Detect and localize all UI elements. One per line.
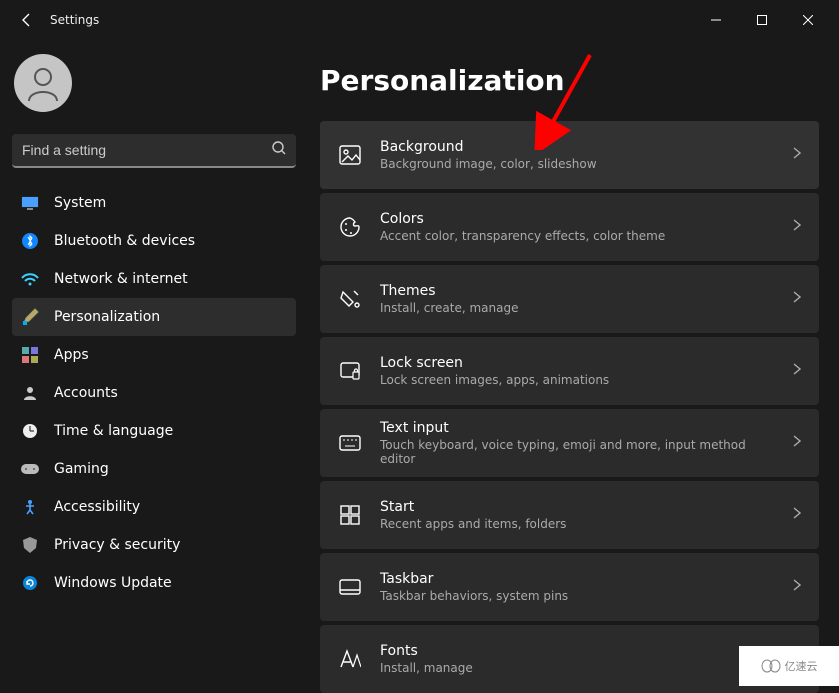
card-title: Colors <box>380 211 775 227</box>
chevron-right-icon <box>793 579 801 595</box>
window-controls <box>693 4 831 36</box>
card-subtitle: Touch keyboard, voice typing, emoji and … <box>380 438 775 466</box>
sidebar-item-label: Personalization <box>54 309 160 325</box>
update-icon <box>20 573 40 593</box>
card-title: Text input <box>380 420 775 436</box>
search-field[interactable] <box>22 142 272 158</box>
image-icon <box>338 143 362 167</box>
card-colors[interactable]: Colors Accent color, transparency effects… <box>320 193 819 261</box>
sidebar-item-label: Gaming <box>54 461 109 477</box>
fonts-icon <box>338 647 362 671</box>
sidebar-item-bluetooth[interactable]: Bluetooth & devices <box>12 222 296 260</box>
sidebar-item-label: System <box>54 195 106 211</box>
titlebar: Settings <box>0 0 839 40</box>
card-subtitle: Accent color, transparency effects, colo… <box>380 229 775 243</box>
watermark: 亿速云 <box>739 646 839 686</box>
main-content: Personalization Background Background ima… <box>308 40 839 686</box>
card-title: Lock screen <box>380 355 775 371</box>
maximize-button[interactable] <box>739 4 785 36</box>
sidebar-item-personalization[interactable]: Personalization <box>12 298 296 336</box>
sidebar-item-label: Bluetooth & devices <box>54 233 195 249</box>
card-title: Background <box>380 139 775 155</box>
sidebar-item-label: Time & language <box>54 423 173 439</box>
card-background[interactable]: Background Background image, color, slide… <box>320 121 819 189</box>
chevron-right-icon <box>793 507 801 523</box>
card-text-input[interactable]: Text input Touch keyboard, voice typing, … <box>320 409 819 477</box>
taskbar-icon <box>338 575 362 599</box>
card-subtitle: Recent apps and items, folders <box>380 517 775 531</box>
lock-screen-icon <box>338 359 362 383</box>
start-icon <box>338 503 362 527</box>
settings-cards: Background Background image, color, slide… <box>320 121 819 693</box>
chevron-right-icon <box>793 147 801 163</box>
gaming-icon <box>20 459 40 479</box>
card-title: Start <box>380 499 775 515</box>
sidebar-item-network[interactable]: Network & internet <box>12 260 296 298</box>
sidebar-item-label: Windows Update <box>54 575 172 591</box>
accounts-icon <box>20 383 40 403</box>
watermark-text: 亿速云 <box>785 658 818 674</box>
clock-icon <box>20 421 40 441</box>
wifi-icon <box>20 269 40 289</box>
sidebar-item-accounts[interactable]: Accounts <box>12 374 296 412</box>
card-subtitle: Lock screen images, apps, animations <box>380 373 775 387</box>
chevron-right-icon <box>793 363 801 379</box>
accessibility-icon <box>20 497 40 517</box>
card-subtitle: Install, manage <box>380 661 775 675</box>
avatar[interactable] <box>14 54 72 112</box>
card-themes[interactable]: Themes Install, create, manage <box>320 265 819 333</box>
page-title: Personalization <box>320 64 819 97</box>
search-input[interactable] <box>12 134 296 168</box>
minimize-button[interactable] <box>693 4 739 36</box>
card-lock-screen[interactable]: Lock screen Lock screen images, apps, ani… <box>320 337 819 405</box>
sidebar-item-system[interactable]: System <box>12 184 296 222</box>
chevron-right-icon <box>793 291 801 307</box>
sidebar-item-label: Accessibility <box>54 499 140 515</box>
sidebar-item-label: Apps <box>54 347 89 363</box>
themes-icon <box>338 287 362 311</box>
palette-icon <box>338 215 362 239</box>
card-subtitle: Install, create, manage <box>380 301 775 315</box>
card-title: Fonts <box>380 643 775 659</box>
sidebar: System Bluetooth & devices Network & int… <box>0 40 308 686</box>
sidebar-item-time-language[interactable]: Time & language <box>12 412 296 450</box>
sidebar-item-windows-update[interactable]: Windows Update <box>12 564 296 602</box>
app-title: Settings <box>50 13 99 27</box>
sidebar-item-label: Network & internet <box>54 271 188 287</box>
sidebar-item-accessibility[interactable]: Accessibility <box>12 488 296 526</box>
keyboard-icon <box>338 431 362 455</box>
search-icon[interactable] <box>272 141 286 159</box>
desktop-icon <box>20 193 40 213</box>
brush-icon <box>20 307 40 327</box>
card-title: Taskbar <box>380 571 775 587</box>
sidebar-item-gaming[interactable]: Gaming <box>12 450 296 488</box>
bluetooth-icon <box>20 231 40 251</box>
back-button[interactable] <box>8 1 46 39</box>
apps-icon <box>20 345 40 365</box>
card-title: Themes <box>380 283 775 299</box>
chevron-right-icon <box>793 435 801 451</box>
card-subtitle: Taskbar behaviors, system pins <box>380 589 775 603</box>
card-subtitle: Background image, color, slideshow <box>380 157 775 171</box>
nav-list: System Bluetooth & devices Network & int… <box>12 184 296 602</box>
shield-icon <box>20 535 40 555</box>
chevron-right-icon <box>793 219 801 235</box>
sidebar-item-label: Accounts <box>54 385 118 401</box>
close-button[interactable] <box>785 4 831 36</box>
card-taskbar[interactable]: Taskbar Taskbar behaviors, system pins <box>320 553 819 621</box>
sidebar-item-label: Privacy & security <box>54 537 180 553</box>
sidebar-item-privacy[interactable]: Privacy & security <box>12 526 296 564</box>
card-start[interactable]: Start Recent apps and items, folders <box>320 481 819 549</box>
sidebar-item-apps[interactable]: Apps <box>12 336 296 374</box>
